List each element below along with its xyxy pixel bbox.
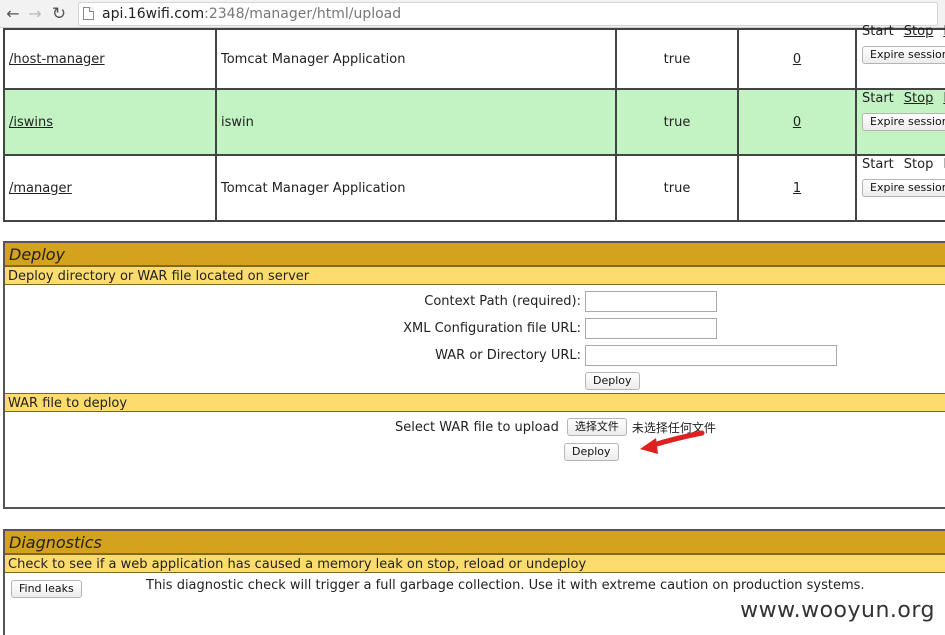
start-command[interactable]: Start	[862, 157, 894, 173]
diagnostics-subtitle: Check to see if a web application has ca…	[5, 554, 945, 573]
stop-link[interactable]: Stop	[904, 91, 934, 107]
war-dir-row: WAR or Directory URL:	[325, 345, 837, 366]
xml-config-label: XML Configuration file URL:	[403, 321, 581, 336]
app-commands-cell: Start Stop R Expire session	[855, 88, 945, 156]
app-running-cell: true	[615, 28, 739, 90]
browser-toolbar: ← → ↻ api.16wifi.com:2348/manager/html/u…	[0, 0, 945, 28]
url-host: api.16wifi.com	[102, 5, 205, 22]
sessions-link[interactable]: 0	[793, 115, 801, 130]
find-leaks-button[interactable]: Find leaks	[11, 580, 82, 598]
app-commands-cell: Start Stop R Expire session	[855, 24, 945, 90]
reload-icon[interactable]: ↻	[48, 3, 70, 25]
table-row: /iswins iswin true 0 Start Stop R Expire…	[3, 88, 945, 156]
war-dir-label: WAR or Directory URL:	[435, 348, 581, 363]
expire-sessions-button[interactable]: Expire session	[862, 179, 945, 197]
war-dir-input[interactable]	[585, 345, 837, 366]
sessions-link[interactable]: 1	[793, 181, 801, 196]
address-bar[interactable]: api.16wifi.com:2348/manager/html/upload	[78, 1, 938, 26]
back-arrow-icon[interactable]: ←	[2, 3, 24, 25]
app-path-cell: /host-manager	[3, 28, 217, 90]
command-links: Start Stop R	[862, 91, 945, 107]
app-name-cell: iswin	[215, 88, 617, 156]
app-sessions-cell: 0	[737, 88, 857, 156]
deploy-section: Deploy Deploy directory or WAR file loca…	[3, 241, 945, 509]
table-row: /manager Tomcat Manager Application true…	[3, 154, 945, 222]
upload-deploy-row: Deploy	[564, 443, 619, 461]
applications-table: /host-manager Tomcat Manager Application…	[3, 24, 945, 222]
context-path-label: Context Path (required):	[424, 294, 581, 309]
sessions-link[interactable]: 0	[793, 52, 801, 67]
deploy-server-form: Context Path (required): XML Configurati…	[5, 285, 945, 393]
context-path-input[interactable]	[585, 291, 717, 312]
deploy-button-row: Deploy	[585, 372, 640, 390]
page-icon	[83, 7, 94, 20]
app-running-cell: true	[615, 154, 739, 222]
command-links: Start Stop R	[862, 24, 945, 40]
expire-sessions-button[interactable]: Expire session	[862, 113, 945, 131]
diagnostics-description: This diagnostic check will trigger a ful…	[146, 578, 865, 593]
deploy-title: Deploy	[5, 243, 945, 266]
stop-link[interactable]: Stop	[904, 24, 934, 40]
app-sessions-cell: 1	[737, 154, 857, 222]
war-upload-form: Select WAR file to upload 选择文件 未选择任何文件 D…	[5, 412, 945, 482]
app-name-cell: Tomcat Manager Application	[215, 28, 617, 90]
watermark: www.wooyun.org	[740, 598, 935, 623]
choose-file-button[interactable]: 选择文件	[566, 418, 627, 436]
expire-sessions-button[interactable]: Expire session	[862, 46, 945, 64]
app-name-cell: Tomcat Manager Application	[215, 154, 617, 222]
app-path-cell: /manager	[3, 154, 217, 222]
deploy-server-subtitle: Deploy directory or WAR file located on …	[5, 266, 945, 285]
app-path-link[interactable]: /iswins	[9, 115, 53, 130]
upload-deploy-button[interactable]: Deploy	[564, 443, 619, 461]
app-path-link[interactable]: /host-manager	[9, 52, 105, 67]
xml-config-row: XML Configuration file URL:	[325, 318, 717, 339]
command-links: Start Stop R	[862, 157, 945, 173]
deploy-server-button[interactable]: Deploy	[585, 372, 640, 390]
app-running-cell: true	[615, 88, 739, 156]
find-leaks-row: Find leaks	[11, 580, 82, 598]
xml-config-input[interactable]	[585, 318, 717, 339]
diagnostics-title: Diagnostics	[5, 531, 945, 554]
start-command[interactable]: Start	[862, 91, 894, 107]
forward-arrow-icon[interactable]: →	[24, 3, 46, 25]
diagnostics-description-row: This diagnostic check will trigger a ful…	[146, 578, 865, 593]
select-war-label: Select WAR file to upload	[395, 419, 559, 435]
app-path-cell: /iswins	[3, 88, 217, 156]
url-path: :2348/manager/html/upload	[204, 5, 402, 22]
context-path-row: Context Path (required):	[325, 291, 717, 312]
stop-command[interactable]: Stop	[904, 157, 934, 173]
red-arrow-icon	[640, 430, 705, 454]
start-command[interactable]: Start	[862, 24, 894, 40]
app-path-link[interactable]: /manager	[9, 181, 72, 196]
app-sessions-cell: 0	[737, 28, 857, 90]
app-commands-cell: Start Stop R Expire session	[855, 154, 945, 222]
table-row: /host-manager Tomcat Manager Application…	[3, 24, 945, 90]
war-file-subtitle: WAR file to deploy	[5, 393, 945, 412]
